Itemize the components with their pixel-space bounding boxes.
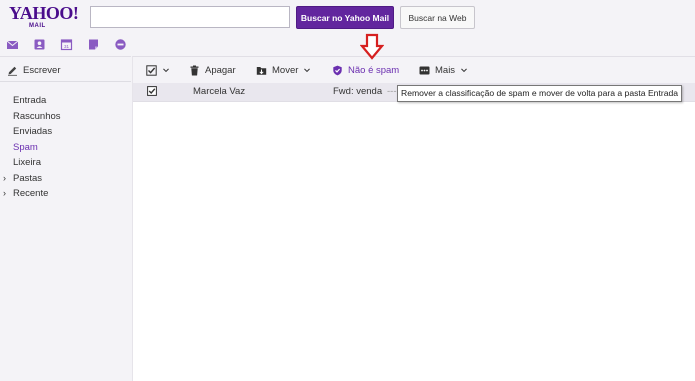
mail-icon[interactable]	[6, 38, 19, 51]
delete-button[interactable]: Apagar	[189, 63, 236, 77]
not-spam-button[interactable]: Não é spam	[332, 63, 399, 77]
toolbar: Apagar Mover Não é spam Mais	[133, 57, 695, 84]
more-label: Mais	[435, 64, 456, 76]
message-subject: Fwd: venda	[333, 86, 383, 97]
message-snippet: ---	[387, 86, 397, 97]
folder-pastas[interactable]: › Pastas	[0, 171, 131, 187]
folder-rascunhos[interactable]: Rascunhos	[0, 109, 131, 125]
message-sender: Marcela Vaz	[193, 86, 246, 97]
folder-lixeira[interactable]: Lixeira	[0, 155, 131, 171]
folder-spam[interactable]: Spam	[0, 140, 131, 156]
compose-button[interactable]: Escrever	[7, 65, 60, 76]
chevron-right-icon[interactable]: ›	[3, 186, 6, 202]
messenger-icon[interactable]	[114, 38, 127, 51]
select-all-dropdown[interactable]	[146, 63, 170, 77]
move-button[interactable]: Mover	[256, 63, 311, 77]
chevron-down-icon	[461, 68, 467, 73]
checkbox-checked-icon	[146, 64, 157, 76]
app-switcher: 31	[6, 38, 127, 51]
pencil-icon	[8, 66, 17, 76]
folder-label: Entrada	[13, 95, 47, 106]
logo-main-text: YAHOO!	[9, 3, 79, 23]
message-pane: Apagar Mover Não é spam Mais Marcela Vaz…	[132, 56, 695, 381]
search-web-button[interactable]: Buscar na Web	[400, 6, 475, 29]
more-button[interactable]: Mais	[419, 63, 468, 77]
folder-entrada[interactable]: Entrada	[0, 93, 131, 109]
folder-enviadas[interactable]: Enviadas	[0, 124, 131, 140]
folder-list: Entrada Rascunhos Enviadas Spam Lixeira …	[0, 93, 131, 202]
contacts-icon[interactable]	[33, 38, 46, 51]
calendar-icon[interactable]: 31	[60, 38, 73, 51]
trash-icon	[190, 65, 199, 75]
red-arrow-annotation-icon	[360, 33, 384, 60]
not-spam-tooltip: Remover a classificação de spam e mover …	[397, 85, 683, 102]
folder-label: Recente	[13, 188, 49, 199]
notepad-icon[interactable]	[87, 38, 100, 51]
delete-label: Apagar	[205, 64, 236, 76]
chevron-down-icon	[304, 68, 311, 73]
chevron-right-icon[interactable]: ›	[3, 171, 6, 187]
yahoo-mail-logo[interactable]: YAHOO! MAIL	[9, 3, 79, 30]
checkbox-checked-icon[interactable]	[147, 86, 157, 96]
search-mail-button[interactable]: Buscar no Yahoo Mail	[296, 6, 394, 29]
not-spam-label: Não é spam	[348, 64, 400, 76]
folder-label: Pastas	[13, 172, 43, 184]
svg-text:31: 31	[64, 44, 70, 49]
chevron-down-icon	[163, 68, 169, 73]
folder-label: Lixeira	[13, 157, 41, 168]
move-label: Mover	[272, 64, 299, 76]
compose-label: Escrever	[23, 65, 61, 76]
folder-label: Spam	[13, 141, 38, 153]
folder-move-icon	[256, 66, 267, 75]
sidebar: Escrever Entrada Rascunhos Enviadas Spam…	[0, 56, 131, 381]
header: YAHOO! MAIL Buscar no Yahoo Mail Buscar …	[0, 0, 695, 56]
folder-label: Enviadas	[13, 126, 53, 137]
shield-icon	[333, 65, 342, 75]
folder-label: Rascunhos	[13, 110, 61, 122]
search-input[interactable]	[90, 6, 290, 28]
more-dots-icon	[419, 66, 430, 74]
sidebar-divider	[0, 81, 131, 82]
folder-recente[interactable]: › Recente	[0, 186, 131, 202]
logo-sub-text: MAIL	[29, 23, 46, 29]
